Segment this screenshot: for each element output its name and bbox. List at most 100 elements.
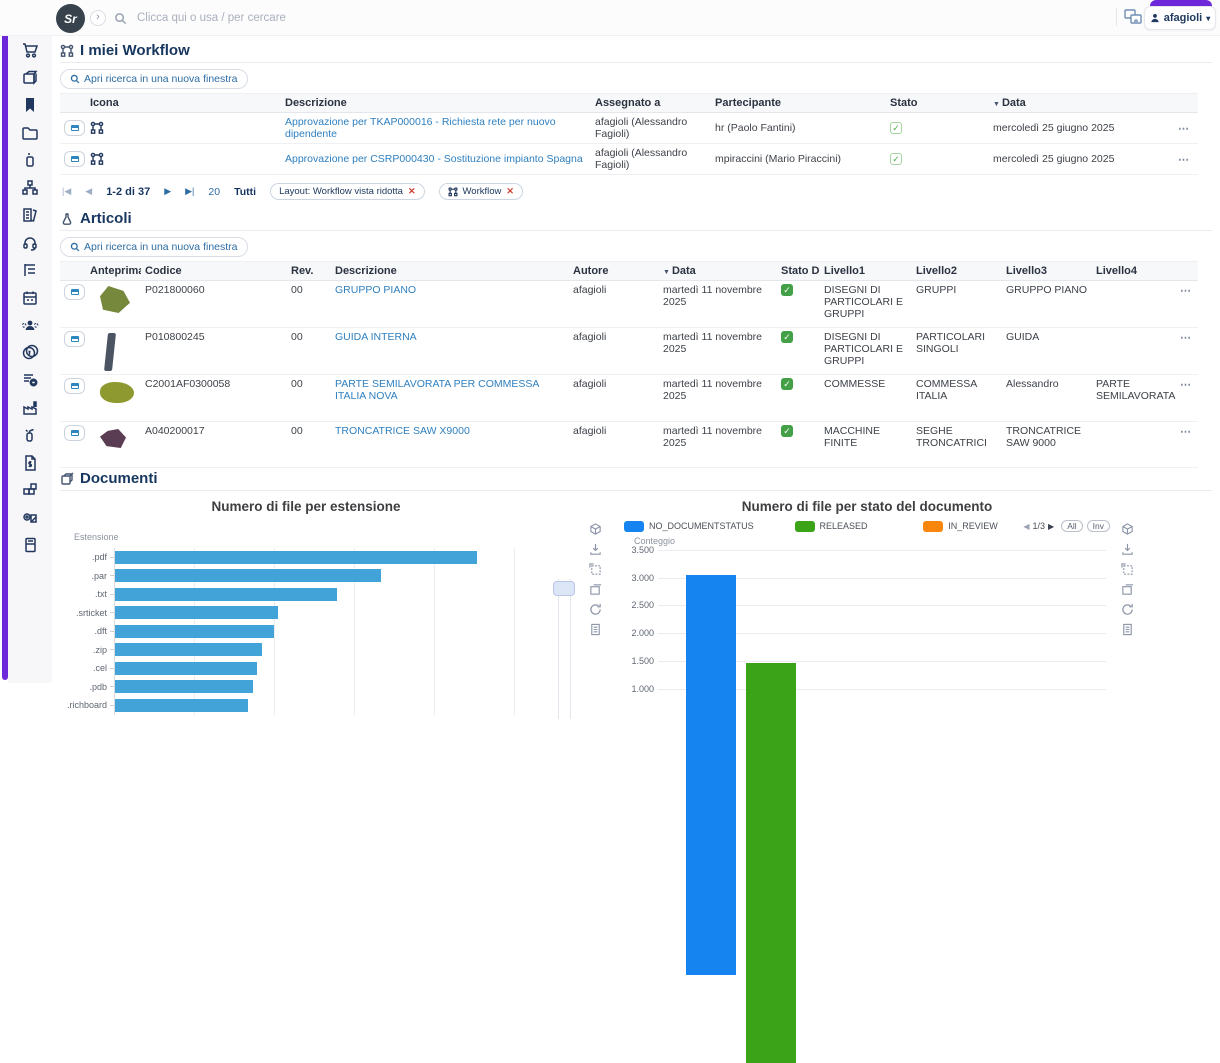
- ext-bar[interactable]: [115, 643, 262, 656]
- legend-next-button[interactable]: ▶: [1048, 522, 1054, 531]
- articolo-row[interactable]: A040200017 00 TRONCATRICE SAW X9000 afag…: [60, 422, 1198, 468]
- ext-bar[interactable]: [115, 662, 257, 675]
- headset-icon[interactable]: [21, 234, 39, 252]
- articolo-description-link[interactable]: TRONCATRICE SAW X9000: [335, 425, 470, 437]
- zoom-reset-icon[interactable]: [1121, 583, 1134, 596]
- row-menu-button[interactable]: ⋯: [1180, 332, 1192, 344]
- workflow-description-link[interactable]: Approvazione per CSRP000430 - Sostituzio…: [285, 153, 583, 165]
- row-menu-button[interactable]: ⋯: [1180, 379, 1192, 391]
- articolo-description-link[interactable]: GUIDA INTERNA: [335, 331, 417, 343]
- refresh-icon[interactable]: [589, 603, 602, 616]
- row-menu-button[interactable]: ⋯: [1180, 285, 1192, 297]
- status-bar[interactable]: [686, 575, 736, 975]
- ext-bar[interactable]: [115, 551, 477, 564]
- page-last-button[interactable]: ▶|: [185, 186, 194, 197]
- header-autore[interactable]: Autore: [569, 262, 659, 281]
- layout-chip[interactable]: Layout: Workflow vista ridotta ✕: [270, 183, 424, 200]
- zoom-select-icon[interactable]: [589, 563, 602, 576]
- row-menu-button[interactable]: ⋯: [1178, 154, 1190, 166]
- download-icon[interactable]: [1121, 543, 1134, 556]
- workflow-open-search-button[interactable]: Apri ricerca in una nuova finestra: [60, 69, 248, 89]
- refresh-icon[interactable]: [1121, 603, 1134, 616]
- part-preview-image[interactable]: [100, 429, 126, 448]
- download-icon[interactable]: [589, 543, 602, 556]
- data-view-icon[interactable]: [1121, 623, 1134, 636]
- notebook-icon[interactable]: [21, 536, 39, 554]
- cart-icon[interactable]: [21, 41, 39, 59]
- part-preview-image[interactable]: [100, 286, 130, 313]
- articolo-row[interactable]: P021800060 00 GRUPPO PIANO afagioli mart…: [60, 281, 1198, 328]
- modules-icon[interactable]: [21, 481, 39, 499]
- extinguisher-icon[interactable]: [21, 426, 39, 444]
- header-stato-doc[interactable]: Stato Doc: [777, 262, 820, 281]
- data-view-icon[interactable]: [589, 623, 602, 636]
- header-partecipante[interactable]: Partecipante: [711, 94, 886, 113]
- beaker-icon[interactable]: [21, 151, 39, 169]
- ext-bar[interactable]: [115, 699, 248, 712]
- expand-search-button[interactable]: ›: [90, 10, 106, 26]
- cube-icon[interactable]: [589, 523, 602, 536]
- expand-row-button[interactable]: [64, 425, 85, 441]
- header-anteprima[interactable]: Anteprima: [86, 262, 141, 281]
- header-livello1[interactable]: Livello1: [820, 262, 912, 281]
- package-icon[interactable]: [21, 69, 39, 87]
- folder-icon[interactable]: [21, 124, 39, 142]
- workflow-description-link[interactable]: Approvazione per TKAP000016 - Richiesta …: [285, 116, 556, 140]
- translate-icon[interactable]: [1124, 9, 1142, 25]
- articoli-open-search-button[interactable]: Apri ricerca in una nuova finestra: [60, 237, 248, 257]
- legend-inverse-button[interactable]: Inv: [1087, 520, 1110, 532]
- app-logo[interactable]: Sr: [56, 4, 85, 33]
- workflow-filter-chip[interactable]: Workflow ✕: [439, 183, 523, 200]
- datazoom-slider[interactable]: [552, 579, 578, 736]
- workflow-row[interactable]: Approvazione per TKAP000016 - Richiesta …: [60, 113, 1198, 144]
- legend-item[interactable]: NO_DOCUMENTSTATUS: [624, 521, 787, 532]
- header-data[interactable]: ▼Data: [989, 94, 1174, 113]
- page-first-button[interactable]: |◀: [62, 186, 71, 197]
- status-bar[interactable]: [746, 663, 796, 1063]
- zoom-select-icon[interactable]: [1121, 563, 1134, 576]
- expand-row-button[interactable]: [64, 284, 85, 300]
- datazoom-handle[interactable]: [553, 581, 575, 596]
- user-button[interactable]: afagioli ▾: [1144, 6, 1216, 30]
- header-descrizione[interactable]: Descrizione: [331, 262, 569, 281]
- zoom-reset-icon[interactable]: [589, 583, 602, 596]
- articolo-row[interactable]: C2001AF0300058 00 PARTE SEMILAVORATA PER…: [60, 375, 1198, 422]
- ext-bar[interactable]: [115, 569, 381, 582]
- expand-row-button[interactable]: [64, 331, 85, 347]
- factory-icon[interactable]: [21, 399, 39, 417]
- legend-item[interactable]: RELEASED: [795, 521, 916, 532]
- list-status-icon[interactable]: [21, 371, 39, 389]
- chip-close-icon[interactable]: ✕: [506, 186, 514, 197]
- ext-bar[interactable]: [115, 680, 253, 693]
- chip-close-icon[interactable]: ✕: [408, 186, 416, 197]
- sitemap-icon[interactable]: [21, 179, 39, 197]
- invoice-icon[interactable]: [21, 454, 39, 472]
- workflow-row[interactable]: Approvazione per CSRP000430 - Sostituzio…: [60, 144, 1198, 175]
- header-livello2[interactable]: Livello2: [912, 262, 1002, 281]
- articolo-description-link[interactable]: PARTE SEMILAVORATA PER COMMESSA ITALIA N…: [335, 378, 539, 402]
- expand-row-button[interactable]: [64, 151, 85, 167]
- show-all-button[interactable]: Tutti: [234, 186, 256, 198]
- row-menu-button[interactable]: ⋯: [1178, 123, 1190, 135]
- team-icon[interactable]: [21, 316, 39, 334]
- header-livello3[interactable]: Livello3: [1002, 262, 1092, 281]
- legend-all-button[interactable]: All: [1061, 520, 1082, 532]
- machine-icon[interactable]: [21, 509, 39, 527]
- ext-bar[interactable]: [115, 588, 337, 601]
- articolo-row[interactable]: P010800245 00 GUIDA INTERNA afagioli mar…: [60, 328, 1198, 375]
- search-input[interactable]: [135, 11, 1035, 25]
- header-codice[interactable]: Codice: [141, 262, 287, 281]
- cube-icon[interactable]: [1121, 523, 1134, 536]
- expand-row-button[interactable]: [64, 378, 85, 394]
- header-assegnato[interactable]: Assegnato a: [591, 94, 711, 113]
- header-data[interactable]: ▼Data: [659, 262, 777, 281]
- datazoom-track[interactable]: [558, 579, 571, 719]
- articolo-description-link[interactable]: GRUPPO PIANO: [335, 284, 416, 296]
- bookmark-icon[interactable]: [21, 96, 39, 114]
- header-rev[interactable]: Rev.: [287, 262, 331, 281]
- legend-item[interactable]: IN_REVIEW: [923, 521, 1012, 532]
- coin-icon[interactable]: [21, 344, 39, 362]
- legend-prev-button[interactable]: ◀: [1023, 522, 1029, 531]
- ext-bar[interactable]: [115, 625, 274, 638]
- header-livello4[interactable]: Livello4: [1092, 262, 1176, 281]
